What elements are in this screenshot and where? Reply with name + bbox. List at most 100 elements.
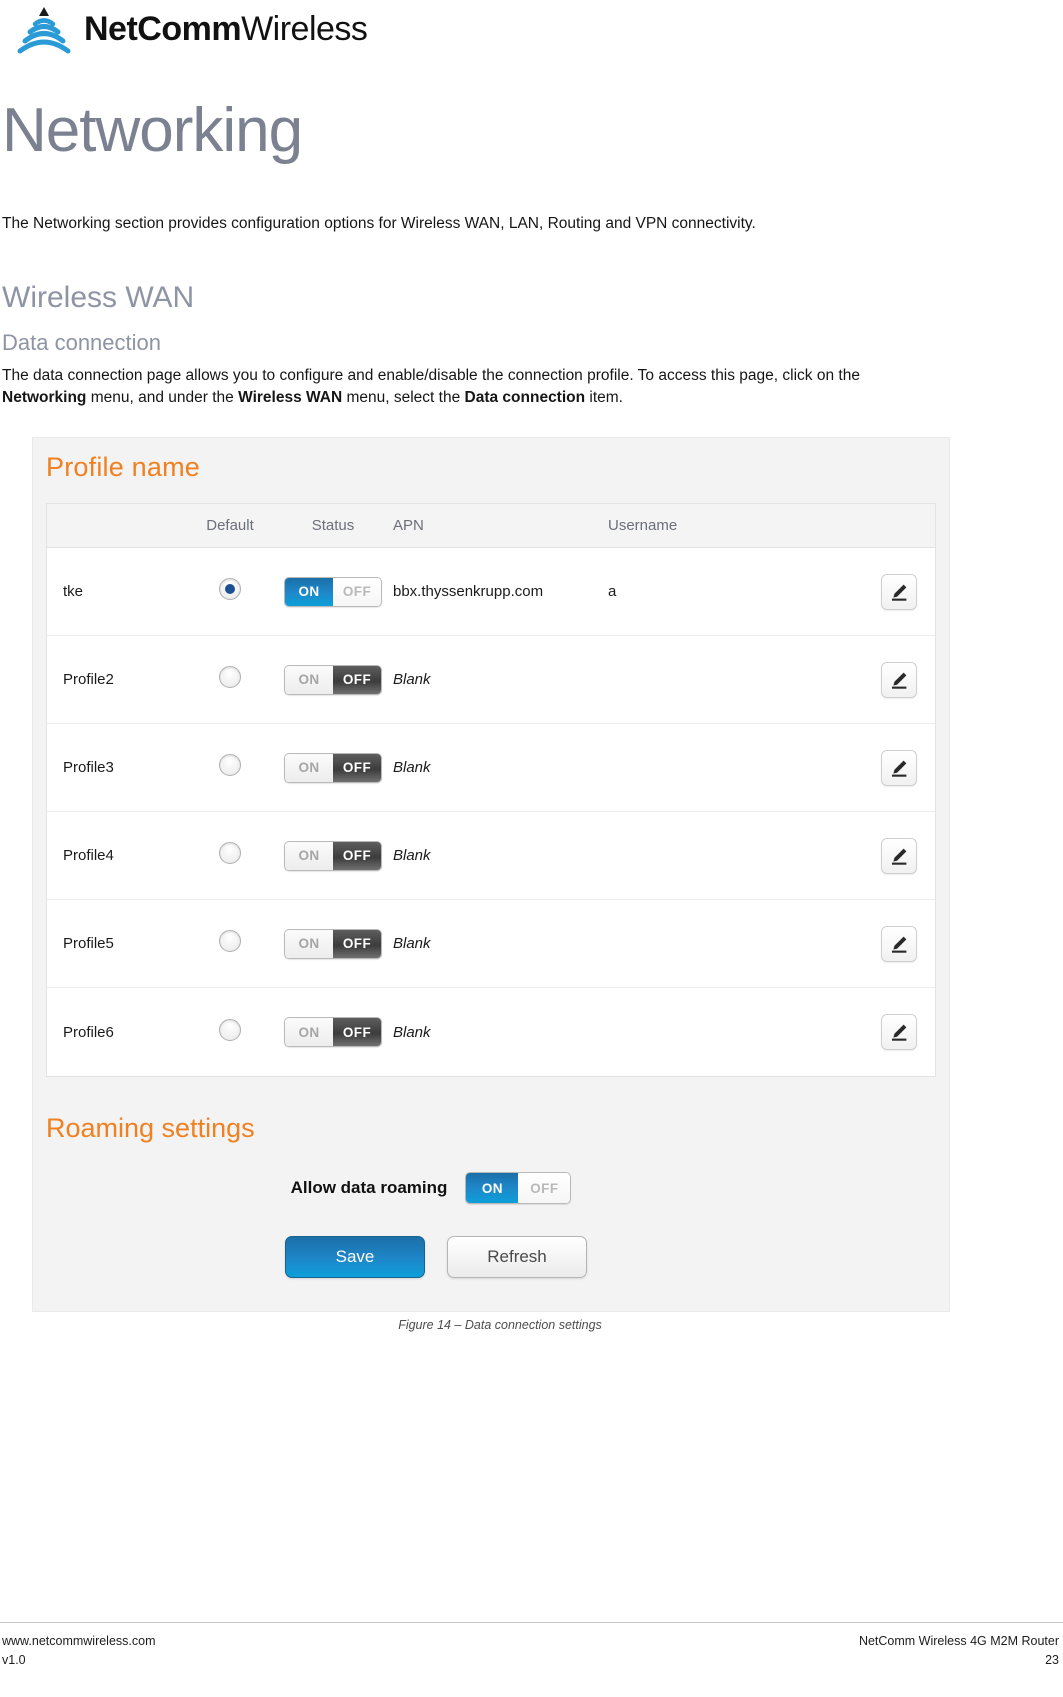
apn-value: Blank: [393, 759, 431, 776]
allow-data-roaming-label: Allow data roaming: [290, 1178, 448, 1197]
body-paragraph: The data connection page allows you to c…: [2, 365, 947, 409]
status-cell: ON OFF: [273, 840, 393, 871]
toggle-off-label[interactable]: OFF: [518, 1173, 571, 1203]
brand-wordmark: NetCommWireless: [84, 10, 368, 50]
para-bold-networking: Networking: [2, 389, 87, 406]
status-toggle[interactable]: ON OFF: [284, 664, 382, 695]
toggle-on-label[interactable]: ON: [466, 1173, 519, 1203]
table-row: Profile2 ON OFF Blank: [47, 636, 935, 724]
roaming-settings-title: Roaming settings: [46, 1113, 255, 1143]
col-header-username: Username: [608, 517, 678, 534]
pencil-icon: [892, 672, 907, 689]
form-actions: Save Refresh: [33, 1236, 949, 1278]
profile-name: tke: [63, 583, 84, 600]
default-radio[interactable]: [219, 842, 241, 864]
edit-cell: [838, 749, 935, 786]
toggle-on-label[interactable]: ON: [285, 841, 333, 870]
figure-data-connection-settings: Profile name Default Status APN Username…: [32, 437, 950, 1312]
profile-panel-title: Profile name: [46, 452, 200, 482]
figure-caption: Figure 14 – Data connection settings: [398, 1318, 602, 1332]
refresh-button[interactable]: Refresh: [447, 1236, 587, 1278]
allow-data-roaming-toggle[interactable]: ON OFF: [465, 1172, 572, 1204]
save-button[interactable]: Save: [285, 1236, 425, 1278]
toggle-off-label[interactable]: OFF: [333, 929, 381, 958]
profile-name: Profile2: [63, 671, 114, 688]
table-row: Profile6 ON OFF Blank: [47, 988, 935, 1076]
profile-name: Profile3: [63, 759, 114, 776]
para-text-1: The data connection page allows you to c…: [2, 367, 860, 384]
toggle-on-label[interactable]: ON: [285, 577, 333, 606]
toggle-off-label[interactable]: OFF: [333, 753, 381, 782]
pencil-icon: [892, 848, 907, 865]
profile-name: Profile6: [63, 1023, 114, 1041]
toggle-on-label[interactable]: ON: [285, 929, 333, 958]
apn-value: Blank: [393, 935, 431, 952]
default-cell: [187, 754, 273, 781]
para-text-2: menu, and under the: [86, 389, 239, 406]
default-radio[interactable]: [219, 930, 241, 952]
default-cell: [187, 666, 273, 693]
apn-value: Blank: [393, 1023, 431, 1041]
toggle-on-label[interactable]: ON: [285, 665, 333, 694]
toggle-off-label[interactable]: OFF: [333, 665, 381, 694]
table-row: Profile5 ON OFF Blank: [47, 900, 935, 988]
toggle-on-label[interactable]: ON: [285, 1018, 333, 1046]
table-row: Profile3 ON OFF Blank: [47, 724, 935, 812]
table-header-row: Default Status APN Username: [47, 504, 935, 548]
status-toggle[interactable]: ON OFF: [284, 576, 382, 607]
edit-profile-button[interactable]: [881, 661, 917, 698]
status-toggle[interactable]: ON OFF: [284, 928, 382, 959]
username-value: a: [608, 583, 617, 600]
allow-data-roaming-row: Allow data roaming ON OFF: [33, 1172, 949, 1204]
sub-heading-data-connection: Data connection: [2, 330, 161, 355]
footer-right: NetComm Wireless 4G M2M Router 23: [859, 1632, 1059, 1670]
toggle-off-label[interactable]: OFF: [333, 841, 381, 870]
status-cell: ON OFF: [273, 928, 393, 959]
default-cell: [187, 1018, 273, 1046]
edit-cell: [838, 1014, 935, 1050]
table-row: Profile4 ON OFF Blank: [47, 812, 935, 900]
default-cell: [187, 578, 273, 605]
edit-profile-button[interactable]: [881, 925, 917, 962]
brand-name-light: Wireless: [241, 10, 368, 48]
footer-divider: [0, 1622, 1063, 1623]
edit-profile-button[interactable]: [881, 1014, 917, 1050]
toggle-off-label[interactable]: OFF: [333, 577, 381, 606]
edit-profile-button[interactable]: [881, 837, 917, 874]
status-toggle[interactable]: ON OFF: [284, 840, 382, 871]
default-cell: [187, 842, 273, 869]
apn-value: Blank: [393, 847, 431, 864]
page-title: Networking: [2, 96, 303, 165]
status-toggle[interactable]: ON OFF: [284, 1017, 382, 1047]
default-radio[interactable]: [219, 666, 241, 688]
wifi-wave-icon: [12, 5, 76, 57]
default-radio[interactable]: [219, 578, 241, 600]
status-cell: ON OFF: [273, 1017, 393, 1047]
status-toggle[interactable]: ON OFF: [284, 752, 382, 783]
toggle-off-label[interactable]: OFF: [333, 1018, 381, 1046]
toggle-on-label[interactable]: ON: [285, 753, 333, 782]
status-cell: ON OFF: [273, 664, 393, 695]
edit-cell: [838, 661, 935, 698]
default-radio[interactable]: [219, 1018, 241, 1041]
para-text-4: item.: [585, 389, 623, 406]
edit-profile-button[interactable]: [881, 749, 917, 786]
profiles-table: Default Status APN Username tke ON OFF bbx.…: [46, 503, 936, 1077]
apn-value: bbx.thyssenkrupp.com: [393, 583, 544, 600]
footer-page-number: 23: [1045, 1652, 1059, 1667]
profile-name: Profile5: [63, 935, 114, 952]
edit-profile-button[interactable]: [881, 573, 917, 610]
default-radio[interactable]: [219, 754, 241, 776]
edit-cell: [838, 573, 935, 610]
col-header-status: Status: [311, 517, 355, 534]
footer-product: NetComm Wireless 4G M2M Router: [858, 1634, 1059, 1648]
edit-cell: [838, 925, 935, 962]
pencil-icon: [892, 936, 907, 953]
brand-name-bold: NetComm: [84, 10, 242, 48]
pencil-icon: [892, 584, 907, 601]
pencil-icon: [892, 1024, 907, 1041]
para-bold-data-connection: Data connection: [464, 389, 586, 406]
default-cell: [187, 930, 273, 957]
table-row: tke ON OFF bbx.thyssenkrupp.com a: [47, 548, 935, 636]
profile-name: Profile4: [63, 847, 114, 864]
